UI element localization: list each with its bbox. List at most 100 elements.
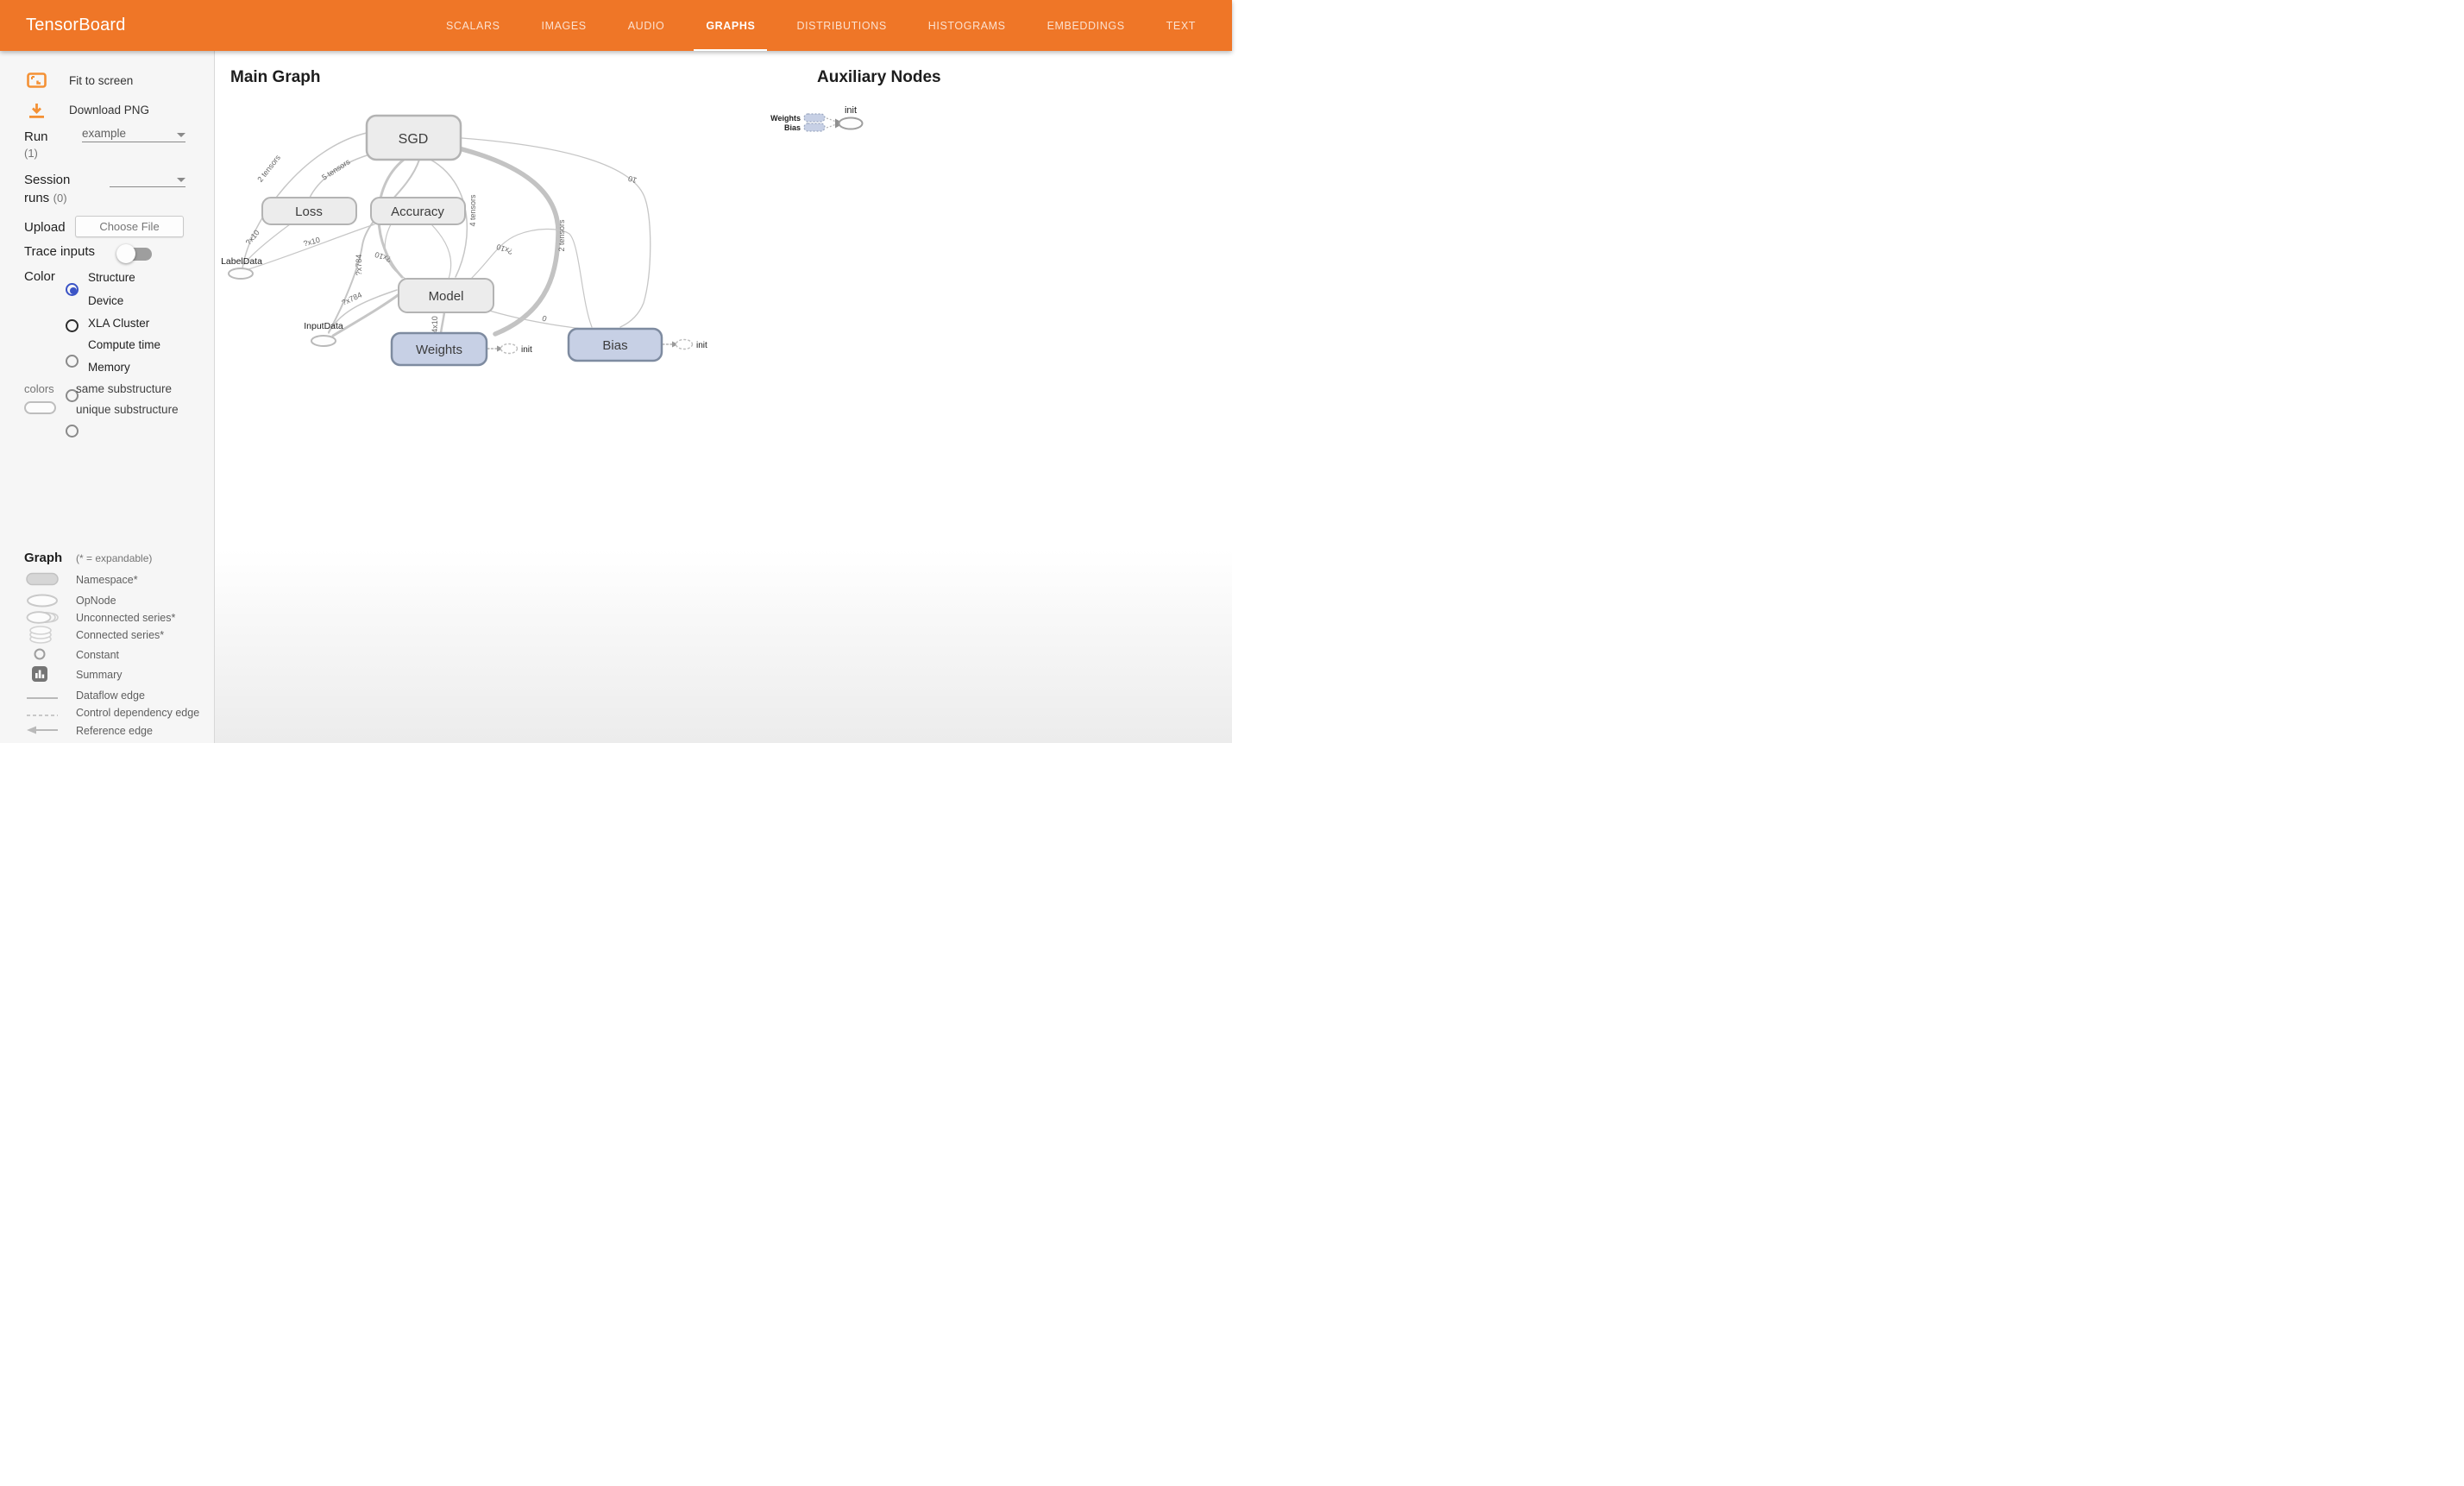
run-label: Run xyxy=(24,129,48,144)
constant-icon xyxy=(33,647,47,665)
node-init-weights-ellipse[interactable] xyxy=(501,344,518,354)
node-labeldata-label: LabelData xyxy=(221,256,262,267)
aux-edge xyxy=(827,124,836,128)
radio-memory-label[interactable]: Memory xyxy=(88,361,130,374)
aux-weights-proxy[interactable] xyxy=(804,114,825,122)
dataflow-edge-icon xyxy=(25,691,60,707)
session-runs-select[interactable] xyxy=(110,170,185,187)
main-graph-title: Main Graph xyxy=(230,68,321,87)
node-weights-label: Weights xyxy=(416,343,462,357)
sidebar: Fit to screen Download PNG Run (1) examp… xyxy=(0,51,215,743)
tab-histograms[interactable]: HISTOGRAMS xyxy=(908,0,1027,51)
node-loss-label: Loss xyxy=(295,205,323,219)
graph-legend-note: (* = expandable) xyxy=(76,552,152,564)
legend-connected-series-label: Connected series* xyxy=(76,629,164,641)
edge-label: 2 tensors xyxy=(557,219,566,252)
download-icon[interactable] xyxy=(28,103,46,123)
edge-label: 2 tensors xyxy=(255,153,282,184)
auxiliary-nodes-title: Auxiliary Nodes xyxy=(817,68,941,87)
graph-canvas: Main Graph Auxiliary Nodes xyxy=(214,51,1232,743)
radio-memory[interactable] xyxy=(66,425,79,438)
aux-bias-proxy[interactable] xyxy=(804,123,825,131)
legend-constant-label: Constant xyxy=(76,649,119,661)
session-runs-label-line1: Session xyxy=(24,173,70,187)
top-nav: TensorBoard SCALARS IMAGES AUDIO GRAPHS … xyxy=(0,0,1232,51)
node-inputdata-ellipse[interactable] xyxy=(311,336,336,346)
tab-scalars[interactable]: SCALARS xyxy=(425,0,521,51)
aux-init-ellipse[interactable] xyxy=(839,118,863,129)
radio-structure-label[interactable]: Structure xyxy=(88,271,135,284)
radio-xla-cluster-label[interactable]: XLA Cluster xyxy=(88,317,149,330)
edge-label: ?x10 xyxy=(374,250,393,264)
legend-control-dependency-edge-label: Control dependency edge xyxy=(76,707,199,719)
edge-label: ?x784 xyxy=(355,255,363,276)
tab-graphs[interactable]: GRAPHS xyxy=(685,0,776,51)
chevron-down-icon xyxy=(177,178,185,182)
legend-unconnected-series-label: Unconnected series* xyxy=(76,612,175,624)
legend-summary-label: Summary xyxy=(76,669,122,681)
app-logo: TensorBoard xyxy=(26,16,126,35)
graph-svg: 2 tensors 5 tensors 4 tensors 2 tensors … xyxy=(214,51,1232,743)
node-sgd-label: SGD xyxy=(399,132,429,147)
node-init-bias-ellipse[interactable] xyxy=(676,340,693,349)
legend-dataflow-edge-label: Dataflow edge xyxy=(76,689,145,702)
tab-images[interactable]: IMAGES xyxy=(521,0,607,51)
auxiliary-nodes-group: Weights Bias init xyxy=(770,105,862,132)
chevron-down-icon xyxy=(177,133,185,137)
trace-inputs-toggle[interactable] xyxy=(119,248,152,261)
tab-audio[interactable]: AUDIO xyxy=(607,0,686,51)
opnode-icon xyxy=(25,594,60,612)
radio-device-label[interactable]: Device xyxy=(88,294,123,307)
download-png-button[interactable]: Download PNG xyxy=(69,104,149,116)
summary-icon xyxy=(31,665,48,687)
edge-label: ?x10 xyxy=(495,242,514,256)
radio-device[interactable] xyxy=(66,319,79,332)
legend-namespace-label: Namespace* xyxy=(76,574,138,586)
radio-xla-cluster[interactable] xyxy=(66,355,79,368)
unique-substructure-swatch xyxy=(24,401,56,414)
aux-bias-label: Bias xyxy=(784,123,801,132)
aux-weights-label: Weights xyxy=(770,114,801,123)
node-bias-label: Bias xyxy=(602,338,627,353)
color-label: Color xyxy=(24,269,55,284)
upload-label: Upload xyxy=(24,220,66,235)
edge-label: 10 xyxy=(627,174,638,185)
fit-to-screen-button[interactable]: Fit to screen xyxy=(69,74,133,87)
run-count: (1) xyxy=(24,147,38,160)
tab-embeddings[interactable]: EMBEDDINGS xyxy=(1027,0,1146,51)
edge xyxy=(385,224,405,279)
choose-file-button[interactable]: Choose File xyxy=(75,216,184,237)
edge-label: 0 xyxy=(541,314,548,324)
node-accuracy-label: Accuracy xyxy=(391,205,444,219)
edge-label: ?x10 xyxy=(302,236,320,249)
toggle-knob xyxy=(116,244,135,263)
colors-label: colors xyxy=(24,382,54,395)
session-runs-label-line2: runs (0) xyxy=(24,191,67,206)
nav-tabs: SCALARS IMAGES AUDIO GRAPHS DISTRIBUTION… xyxy=(425,0,1216,51)
legend-reference-edge-label: Reference edge xyxy=(76,725,153,737)
edge-label: ?x10 xyxy=(244,228,261,246)
legend-opnode-label: OpNode xyxy=(76,595,116,607)
radio-compute-time-label[interactable]: Compute time xyxy=(88,338,160,351)
tab-text[interactable]: TEXT xyxy=(1146,0,1216,51)
node-labeldata-ellipse[interactable] xyxy=(229,268,253,279)
tab-distributions[interactable]: DISTRIBUTIONS xyxy=(776,0,907,51)
reference-edge-icon xyxy=(25,724,60,740)
edge xyxy=(441,312,444,333)
node-init-bias-label: init xyxy=(696,341,707,350)
run-select-value: example xyxy=(82,127,126,140)
edge xyxy=(431,224,451,279)
namespace-icon xyxy=(25,572,60,590)
control-dependency-edge-icon xyxy=(25,708,60,724)
graph-legend-title: Graph xyxy=(24,551,62,565)
edge-label: 5 tensors xyxy=(320,157,352,182)
radio-structure[interactable] xyxy=(66,283,79,296)
fit-to-screen-icon[interactable] xyxy=(27,72,47,92)
same-substructure-label: same substructure xyxy=(76,382,172,395)
node-model-label: Model xyxy=(429,289,464,304)
node-inputdata-label: InputData xyxy=(304,321,343,331)
edge-label: 4 tensors xyxy=(468,194,477,227)
aux-edge xyxy=(827,118,836,122)
run-select[interactable]: example xyxy=(82,125,185,142)
unique-substructure-label: unique substructure xyxy=(76,403,179,416)
